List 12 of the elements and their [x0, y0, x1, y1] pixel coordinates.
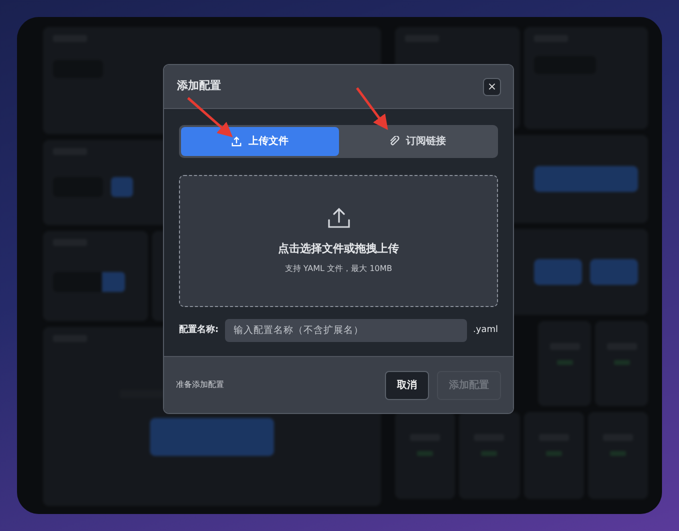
tab[interactable]: 订阅链接 [338, 127, 496, 156]
field-label: 配置名称: [179, 324, 219, 337]
cancel-button[interactable]: 取消 [385, 370, 429, 400]
status-text: 准备添加配置 [176, 379, 224, 391]
close-button[interactable]: × [483, 78, 501, 96]
dropzone-hint: 支持 YAML 文件，最大 10MB [284, 263, 392, 276]
extension-text: .yaml [473, 324, 498, 337]
dialog-title: 添加配置 [177, 78, 221, 94]
name-input-field[interactable]: 输入配置名称（不含扩展名） [224, 319, 468, 342]
tab[interactable]: 上传文件 [181, 127, 338, 156]
dropzone[interactable]: 点击选择文件或拖拽上传 支持 YAML 文件，最大 10MB [179, 175, 498, 307]
dropzone-title: 点击选择文件或拖拽上传 [278, 240, 399, 257]
